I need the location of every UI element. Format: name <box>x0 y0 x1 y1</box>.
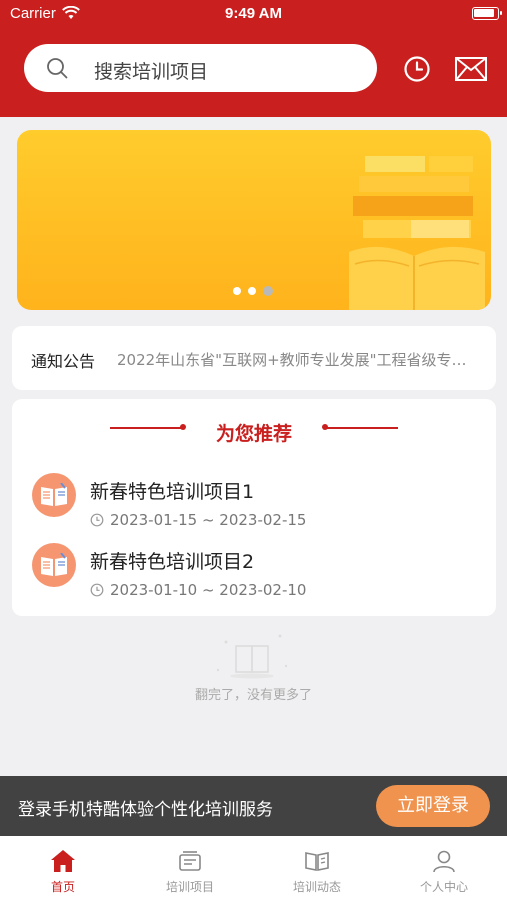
project-list-item[interactable]: 新春特色培训项目2 2023-01-10 ~ 2023-02-10 <box>32 541 482 605</box>
status-bar: Carrier 9:49 AM <box>0 0 507 30</box>
search-bar[interactable]: 搜索培训项目 <box>24 44 377 92</box>
user-icon <box>433 850 455 873</box>
book-news-icon <box>305 852 329 871</box>
login-button[interactable]: 立即登录 <box>376 785 490 827</box>
books-illustration <box>349 156 485 310</box>
tab-label: 培训动态 <box>292 880 341 894</box>
carousel-dot-active <box>263 286 273 296</box>
date-range: 2023-01-15 ~ 2023-02-15 <box>110 511 307 529</box>
home-icon <box>51 850 75 872</box>
tab-label: 首页 <box>50 880 75 894</box>
history-clock-icon[interactable] <box>403 55 431 83</box>
header: Carrier 9:49 AM 搜索培训项目 <box>0 0 507 117</box>
section-title: 为您推荐 <box>215 423 292 445</box>
tab-label: 培训项目 <box>165 880 214 894</box>
notice-label: 通知公告 <box>31 352 96 371</box>
project-title: 新春特色培训项目1 <box>90 481 255 503</box>
login-prompt-bar: 登录手机特酷体验个性化培训服务 立即登录 <box>0 776 507 836</box>
login-prompt-text: 登录手机特酷体验个性化培训服务 <box>18 800 273 820</box>
clock-icon <box>90 513 104 527</box>
notice-text[interactable]: 2022年山东省"互联网+教师专业发展"工程省级专… <box>117 349 489 370</box>
recommend-section: 为您推荐 新春特色培训项目1 2023-01-15 ~ 2023-02-15 新… <box>12 399 496 616</box>
project-title: 新春特色培训项目2 <box>90 551 255 573</box>
mail-icon[interactable] <box>455 57 487 81</box>
carousel-dot <box>233 287 241 295</box>
tab-label: 个人中心 <box>419 880 468 894</box>
search-icon <box>47 58 68 79</box>
clock-time: 9:49 AM <box>225 5 282 22</box>
empty-message: 翻完了，没有更多了 <box>194 688 312 703</box>
bottom-tab-bar: 首页 培训项目 培训动态 个人中心 <box>0 836 507 900</box>
tab-profile[interactable]: 个人中心 <box>381 836 507 900</box>
carousel-indicator <box>231 283 291 296</box>
carousel-dot <box>248 287 256 295</box>
title-divider-right <box>326 427 398 429</box>
tab-projects[interactable]: 培训项目 <box>127 836 253 900</box>
battery-icon <box>472 7 502 20</box>
clock-icon <box>90 583 104 597</box>
tab-news[interactable]: 培训动态 <box>254 836 380 900</box>
project-book-icon <box>32 543 76 587</box>
projects-icon <box>179 851 201 871</box>
date-range: 2023-01-10 ~ 2023-02-10 <box>110 581 307 599</box>
notice-bar[interactable]: 通知公告 2022年山东省"互联网+教师专业发展"工程省级专… <box>12 326 496 390</box>
search-input[interactable]: 搜索培训项目 <box>94 57 208 84</box>
tab-home[interactable]: 首页 <box>0 836 126 900</box>
empty-book-icon <box>216 634 288 679</box>
project-list-item[interactable]: 新春特色培训项目1 2023-01-15 ~ 2023-02-15 <box>32 471 482 535</box>
project-book-icon <box>32 473 76 517</box>
